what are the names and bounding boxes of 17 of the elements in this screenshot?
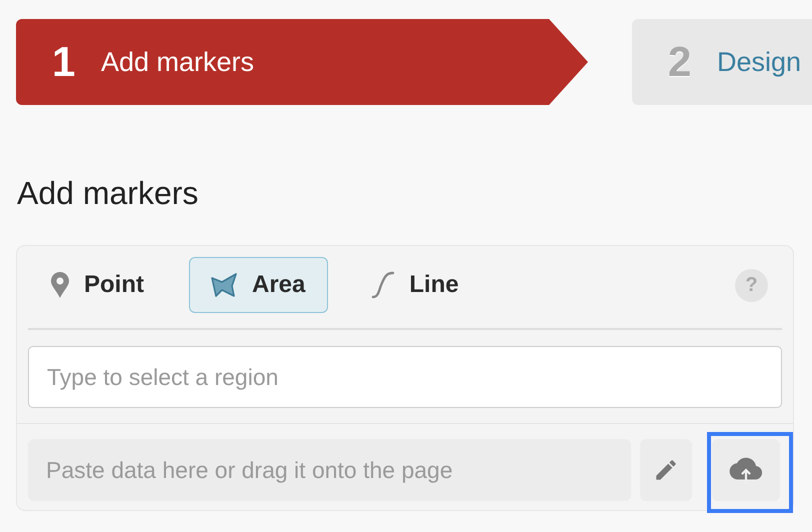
step-number: 2: [668, 38, 692, 86]
area-shape-icon: [210, 272, 238, 298]
step-tab[interactable]: 2 Design: [632, 19, 812, 105]
pin-icon: [50, 271, 70, 299]
marker-type-tab[interactable]: Line: [350, 257, 482, 313]
region-search-field[interactable]: Type to select a region: [28, 346, 782, 408]
marker-type-tab[interactable]: Point: [29, 257, 167, 313]
marker-type-tab[interactable]: Area: [189, 257, 328, 313]
step-label: Design: [717, 46, 802, 78]
section-heading: Add markers: [16, 174, 198, 213]
step-tab[interactable]: 1 Add markers: [16, 19, 588, 105]
step-label: Add markers: [101, 46, 254, 78]
paste-data-field[interactable]: Paste data here or drag it onto the page: [28, 439, 631, 501]
edit-button[interactable]: [640, 439, 692, 501]
step-number: 1: [52, 38, 76, 86]
curve-line-icon: [371, 271, 396, 299]
upload-button[interactable]: [712, 439, 780, 501]
